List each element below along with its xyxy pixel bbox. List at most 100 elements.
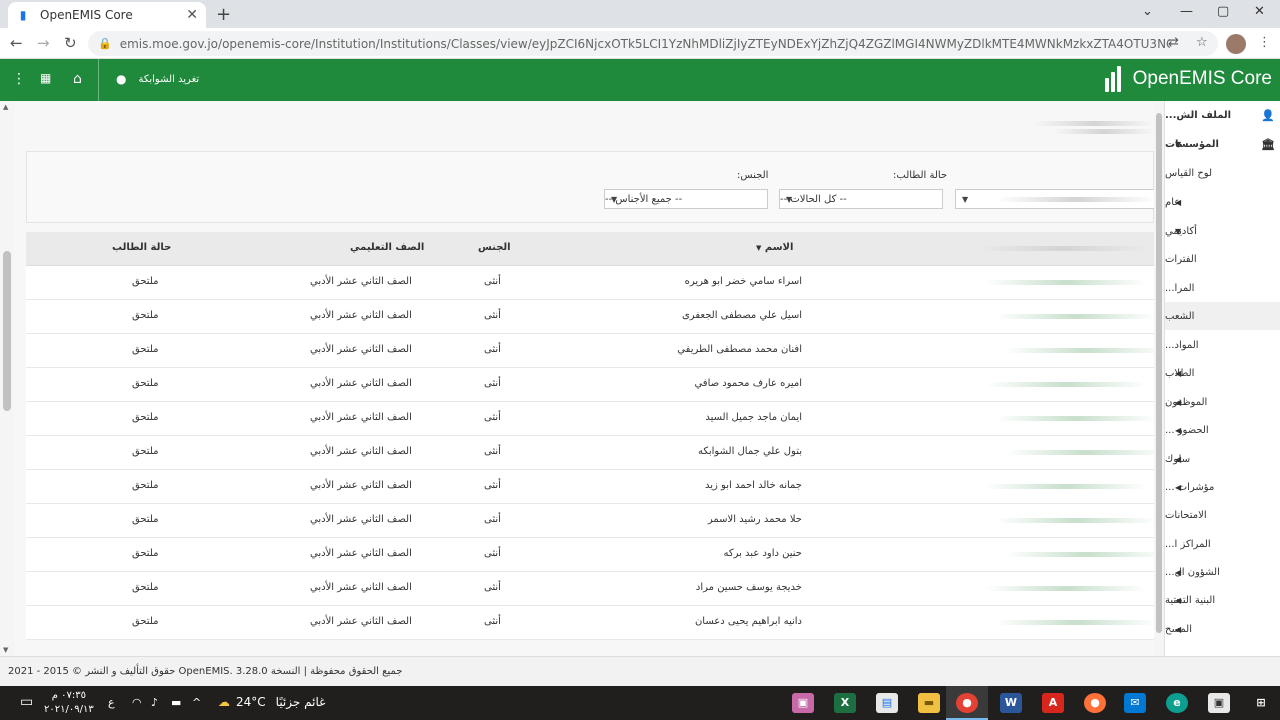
mail-icon[interactable]: ✉ [1124, 693, 1146, 713]
table-body: اسراء سامي خضر ابو هريره أنثى الصف الثاني … [26, 266, 1154, 640]
blurred-text [986, 382, 1146, 387]
app-icon-1[interactable]: ▣ [792, 693, 814, 713]
chevron-left-icon: ◀ [1175, 454, 1182, 464]
status-cell: ملتحق [132, 446, 159, 457]
browser-menu-icon[interactable]: ⋮ [1258, 35, 1271, 50]
chevron-down-icon: ▼ [1175, 226, 1182, 236]
wifi-icon[interactable]: ◠ [132, 696, 142, 709]
grade-column-header[interactable]: الصف التعليمي [350, 242, 424, 253]
table-row[interactable]: خديجة يوسف حسين مراد أنثى الصف الثاني عشر … [26, 572, 1154, 606]
language-indicator[interactable]: ع [108, 696, 115, 709]
table-row[interactable]: حنين داود عبد بركه أنثى الصف الثاني عشر ال… [26, 538, 1154, 572]
file-explorer-icon[interactable]: ▬ [918, 693, 940, 713]
sidebar-item-12[interactable]: سلوك ◀ [1165, 445, 1280, 473]
edge-icon[interactable]: e [1166, 693, 1188, 713]
maximize-icon[interactable]: ▢ [1217, 4, 1229, 19]
notification-icon[interactable]: ▭ [20, 694, 33, 710]
grade-cell: الصف الثاني عشر الأدبي [310, 310, 412, 321]
excel-icon[interactable]: X [834, 693, 856, 713]
minimize-icon[interactable]: — [1180, 4, 1193, 19]
battery-icon[interactable]: ▬ [171, 696, 181, 709]
address-bar[interactable]: 🔒 emis.moe.gov.jo/openemis-core/Institut… [88, 31, 1218, 56]
windows-start-icon[interactable]: ⊞ [1250, 693, 1272, 713]
brand-name: OpenEMIS Core [1132, 68, 1272, 89]
gender-filter-select[interactable]: ▼ -- جميع الأجناس -- [604, 189, 768, 209]
sidebar-item-10[interactable]: الموظفون ◀ [1165, 388, 1280, 416]
sidebar-item-4[interactable]: أكاديمي ▼ [1165, 217, 1280, 245]
sidebar-item-1[interactable]: 🏛 المؤسسات ▼ [1165, 130, 1280, 158]
bookmark-star-icon[interactable]: ☆ [1196, 35, 1208, 50]
tab-search-icon[interactable]: ⌄ [1142, 4, 1153, 19]
sidebar-item-8[interactable]: المواد... [1165, 331, 1280, 359]
table-row[interactable]: اميره عارف محمود صافي أنثى الصف الثاني عشر… [26, 368, 1154, 402]
sidebar-item-7[interactable]: الشعب [1165, 302, 1280, 330]
table-row[interactable]: ايمان ماجد جميل السيد أنثى الصف الثاني عشر… [26, 402, 1154, 436]
translate-icon[interactable]: ⇄ [1168, 35, 1179, 50]
sidebar-item-15[interactable]: المراكز ا... [1165, 530, 1280, 558]
sidebar-item-3[interactable]: عام ◀ [1165, 188, 1280, 216]
table-row[interactable]: افنان محمد مصطفى الطريفي أنثى الصف الثاني … [26, 334, 1154, 368]
home-icon[interactable]: ⌂ [73, 71, 82, 87]
chrome-icon[interactable]: ● [956, 693, 978, 713]
students-table: الاسم ▼ الجنس الصف التعليمي حالة الطالب … [26, 232, 1154, 640]
sidebar-item-6[interactable]: المرا... [1165, 274, 1280, 302]
new-tab-icon[interactable]: + [216, 4, 231, 25]
sidebar-item-14[interactable]: الامتحانات [1165, 501, 1280, 529]
sidebar-item-0[interactable]: 👤 الملف الش... [1165, 101, 1280, 129]
forward-icon[interactable]: → [37, 34, 50, 52]
content-scrollbar[interactable] [1154, 101, 1164, 656]
blurred-text [1006, 450, 1154, 455]
gender-cell: أنثى [484, 310, 501, 321]
sidebar-item-18[interactable]: المسح ◀ [1165, 615, 1280, 643]
table-row[interactable]: بتول علي جمال الشوابكه أنثى الصف الثاني عش… [26, 436, 1154, 470]
volume-icon[interactable]: ♪ [151, 696, 158, 709]
status-cell: ملتحق [132, 514, 159, 525]
status-column-header[interactable]: حالة الطالب [112, 242, 171, 253]
page-scrollbar[interactable]: ▲ ▼ [0, 101, 14, 656]
reload-icon[interactable]: ↻ [64, 34, 77, 52]
store-icon[interactable]: ▣ [1208, 693, 1230, 713]
sidebar-item-label: المراكز ا... [1165, 538, 1211, 550]
status-cell: ملتحق [132, 480, 159, 491]
gender-cell: أنثى [484, 514, 501, 525]
window-app-icon[interactable]: ▤ [876, 693, 898, 713]
close-window-icon[interactable]: ✕ [1254, 4, 1265, 19]
acrobat-icon[interactable]: A [1042, 693, 1064, 713]
sidebar-item-11[interactable]: الحضور ... ◀ [1165, 416, 1280, 444]
sidebar-item-13[interactable]: مؤشرات ... ◀ [1165, 473, 1280, 501]
gender-column-header[interactable]: الجنس [478, 242, 511, 253]
sidebar-item-label: لوح القياس [1165, 167, 1213, 179]
table-row[interactable]: دانيه ابراهيم يحيى دعسان أنثى الصف الثاني … [26, 606, 1154, 640]
name-column-header[interactable]: الاسم ▼ [756, 242, 793, 253]
blurred-filter-select[interactable]: ▼ [955, 189, 1154, 209]
back-icon[interactable]: ← [10, 34, 23, 52]
sidebar-item-16[interactable]: الشؤون ال... ◀ [1165, 558, 1280, 586]
weather-widget[interactable]: ☁ 24°C غائم جزئيًا [218, 695, 325, 709]
grade-cell: الصف الثاني عشر الأدبي [310, 276, 412, 287]
grade-cell: الصف الثاني عشر الأدبي [310, 446, 412, 457]
taskbar-clock[interactable]: ٠٧:٣٥ م ٢٠٢١/٠٩/١٣ [44, 689, 94, 717]
status-filter-select[interactable]: ▼ -- كل الحالات -- [779, 189, 943, 209]
table-row[interactable]: حلا محمد رشيد الاسمر أنثى الصف الثاني عشر … [26, 504, 1154, 538]
sidebar-item-17[interactable]: البنية التحتية ◀ [1165, 586, 1280, 614]
apps-grid-icon[interactable]: ▦ [40, 71, 51, 85]
sidebar-item-label: المرا... [1165, 282, 1195, 294]
sidebar-item-9[interactable]: الطلاب ◀ [1165, 359, 1280, 387]
profile-avatar[interactable] [1226, 34, 1246, 54]
filter-panel: حالة الطالب: الجنس: ▼ ▼ -- كل الحالات --… [26, 151, 1154, 223]
table-row[interactable]: اسراء سامي خضر ابو هريره أنثى الصف الثاني … [26, 266, 1154, 300]
close-tab-icon[interactable]: ✕ [186, 7, 198, 23]
user-menu[interactable]: ● تغريد الشوابكة [116, 72, 199, 86]
browser-tab[interactable]: ▮ OpenEMIS Core ✕ [8, 2, 206, 28]
more-menu-icon[interactable]: ⋮ [12, 71, 26, 87]
word-icon[interactable]: W [1000, 693, 1022, 713]
status-cell: ملتحق [132, 276, 159, 287]
table-row[interactable]: جمانه خالد احمد ابو زيد أنثى الصف الثاني ع… [26, 470, 1154, 504]
cloud-sun-icon: ☁ [218, 695, 230, 709]
sidebar-item-2[interactable]: لوح القياس [1165, 159, 1280, 187]
firefox-icon[interactable]: ● [1084, 693, 1106, 713]
sidebar-item-5[interactable]: الفترات [1165, 245, 1280, 273]
table-row[interactable]: اسيل علي مصطفى الجعفرى أنثى الصف الثاني عش… [26, 300, 1154, 334]
tray-expand-icon[interactable]: ^ [192, 696, 201, 709]
sidebar-item-label: البنية التحتية [1165, 594, 1216, 606]
